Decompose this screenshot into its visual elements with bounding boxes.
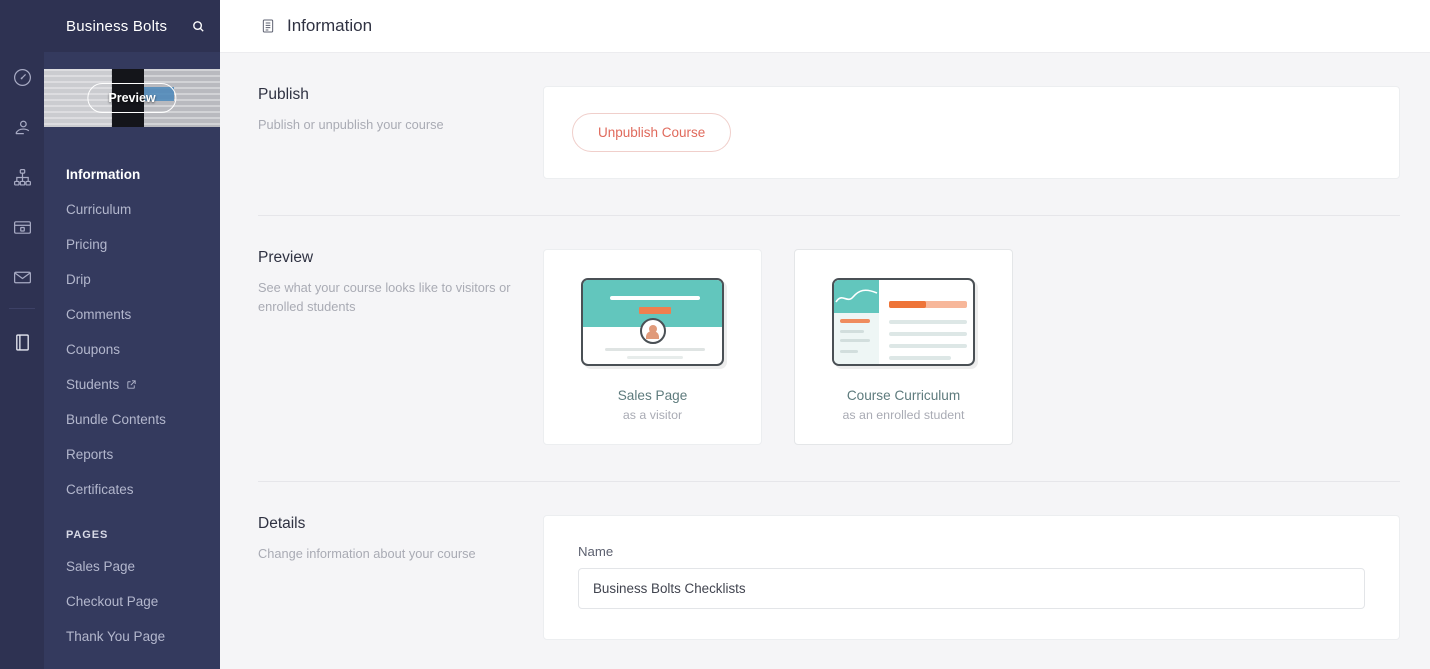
sidebar-item-label: Comments: [66, 307, 131, 322]
preview-card-sales-page[interactable]: Sales Page as a visitor: [543, 249, 762, 445]
mockup-content-line: [889, 356, 951, 360]
mockup-content-line: [889, 320, 967, 324]
sidebar-item-coupons[interactable]: Coupons: [44, 332, 220, 367]
external-link-icon: [126, 379, 137, 390]
content-scroll: Publish Publish or unpublish your course…: [220, 53, 1430, 669]
mockup-cta-button: [639, 307, 671, 314]
sidebar-item-label: Drip: [66, 272, 91, 287]
sidebar-item-label: Curriculum: [66, 202, 131, 217]
mockup-chart-thumb: [834, 280, 879, 313]
mockup-text-line: [605, 348, 705, 351]
preview-card-course-curriculum[interactable]: Course Curriculum as an enrolled student: [794, 249, 1013, 445]
sidebar-item-label: Coupons: [66, 342, 120, 357]
section-description: See what your course looks like to visit…: [258, 278, 517, 316]
preview-card-title: Course Curriculum: [847, 388, 960, 403]
mockup-content-line: [889, 344, 967, 348]
section-preview-info: Preview See what your course looks like …: [258, 249, 543, 445]
main-area: Information Publish Publish or unpublish…: [220, 0, 1430, 669]
section-publish-body: Unpublish Course: [543, 86, 1400, 179]
section-preview: Preview See what your course looks like …: [258, 215, 1400, 445]
preview-card-title: Sales Page: [618, 388, 688, 403]
sidebar-item-label: Sales Page: [66, 559, 135, 574]
sidebar-item-sales-page[interactable]: Sales Page: [44, 549, 220, 584]
app-root: Business Bolts Preview Information Curri…: [0, 0, 1430, 669]
course-preview-widget: Preview: [44, 52, 220, 147]
sidebar-item-label: Pricing: [66, 237, 107, 252]
dashboard-gauge-icon[interactable]: [0, 52, 44, 102]
sidebar-item-checkout-page[interactable]: Checkout Page: [44, 584, 220, 619]
mockup-sidebar-line: [840, 330, 864, 333]
section-description: Publish or unpublish your course: [258, 115, 517, 134]
course-name-input[interactable]: [578, 568, 1365, 609]
course-thumbnail[interactable]: Preview: [44, 69, 220, 127]
sidebar: Business Bolts Preview Information Curri…: [44, 0, 220, 669]
preview-card-subtitle: as an enrolled student: [843, 408, 965, 422]
sidebar-header: Business Bolts: [44, 0, 220, 52]
sidebar-item-label: Reports: [66, 447, 113, 462]
section-details-info: Details Change information about your co…: [258, 515, 543, 640]
section-details-body: Name: [543, 515, 1400, 640]
rail-divider: [9, 308, 35, 309]
section-publish: Publish Publish or unpublish your course…: [258, 53, 1400, 179]
envelope-icon[interactable]: [0, 252, 44, 302]
document-list-icon: [260, 18, 276, 34]
sidebar-group-pages: PAGES: [44, 529, 220, 549]
preview-card-subtitle: as a visitor: [623, 408, 682, 422]
sitemap-icon[interactable]: [0, 152, 44, 202]
brand-title: Business Bolts: [66, 18, 191, 35]
sidebar-item-thank-you-page[interactable]: Thank You Page: [44, 619, 220, 654]
sidebar-item-comments[interactable]: Comments: [44, 297, 220, 332]
sidebar-item-label: Bundle Contents: [66, 412, 166, 427]
sidebar-item-label: Checkout Page: [66, 594, 158, 609]
sidebar-item-certificates[interactable]: Certificates: [44, 472, 220, 507]
avatar-body: [646, 331, 659, 339]
page-header: Information: [220, 0, 1430, 53]
mockup-sidebar-line: [840, 339, 870, 342]
icon-rail: [0, 0, 44, 669]
sidebar-item-label: Certificates: [66, 482, 134, 497]
sidebar-item-students[interactable]: Students: [44, 367, 220, 402]
sidebar-item-label: Students: [66, 377, 119, 392]
details-card: Name: [543, 515, 1400, 640]
sidebar-item-information[interactable]: Information: [44, 157, 220, 192]
billing-card-icon[interactable]: [0, 202, 44, 252]
sidebar-item-pricing[interactable]: Pricing: [44, 227, 220, 262]
sidebar-item-bundle-contents[interactable]: Bundle Contents: [44, 402, 220, 437]
preview-button[interactable]: Preview: [87, 83, 176, 113]
name-field-label: Name: [578, 544, 1365, 559]
mockup-content-line: [889, 332, 967, 336]
sidebar-nav: Information Curriculum Pricing Drip Comm…: [44, 147, 220, 654]
page-title: Information: [287, 16, 372, 36]
sidebar-item-reports[interactable]: Reports: [44, 437, 220, 472]
unpublish-course-button[interactable]: Unpublish Course: [572, 113, 731, 152]
section-title: Details: [258, 515, 517, 533]
section-title: Preview: [258, 249, 517, 267]
sidebar-item-drip[interactable]: Drip: [44, 262, 220, 297]
sales-page-mockup-icon: [581, 278, 724, 366]
mockup-sidebar-accent: [840, 319, 870, 323]
preview-card-list: Sales Page as a visitor: [543, 249, 1400, 445]
mockup-heading-line: [610, 296, 700, 300]
publish-card: Unpublish Course: [543, 86, 1400, 179]
mockup-avatar-icon: [640, 318, 666, 344]
mockup-sidebar-line: [840, 350, 858, 353]
search-icon[interactable]: [191, 19, 206, 34]
sidebar-item-label: Thank You Page: [66, 629, 165, 644]
section-publish-info: Publish Publish or unpublish your course: [258, 86, 543, 179]
section-title: Publish: [258, 86, 517, 104]
course-curriculum-mockup-icon: [832, 278, 975, 366]
sidebar-item-curriculum[interactable]: Curriculum: [44, 192, 220, 227]
section-description: Change information about your course: [258, 544, 517, 563]
section-preview-body: Sales Page as a visitor: [543, 249, 1400, 445]
users-icon[interactable]: [0, 102, 44, 152]
sidebar-item-label: Information: [66, 167, 140, 182]
section-details: Details Change information about your co…: [258, 481, 1400, 640]
mockup-text-line: [627, 356, 683, 359]
book-course-icon[interactable]: [0, 317, 44, 367]
mockup-progress-fill: [889, 301, 926, 308]
